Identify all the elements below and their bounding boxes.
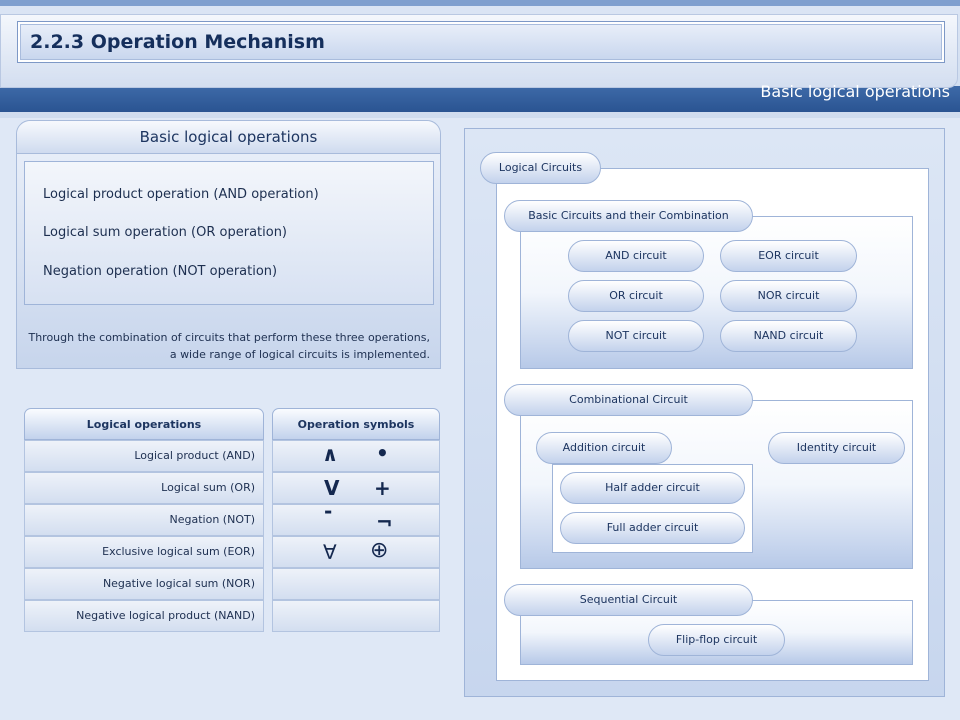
combination-note: Through the combination of circuits that… (20, 329, 430, 363)
operations-list: Logical product operation (AND operation… (24, 161, 434, 305)
or-circuit: OR circuit (568, 280, 704, 312)
table-row-label: Exclusive logical sum (EOR) (102, 545, 255, 558)
sequential-circuit-label: Sequential Circuit (504, 584, 753, 616)
addition-circuit: Addition circuit (536, 432, 672, 464)
half-adder-circuit: Half adder circuit (560, 472, 745, 504)
plus-symbol: + (374, 476, 391, 500)
column-header-operations: Logical operations (24, 408, 264, 440)
list-item-not: Negation operation (NOT operation) (43, 264, 278, 279)
basic-operations-heading: Basic logical operations (17, 121, 440, 154)
table-row-label-cell: Negation (NOT) (24, 504, 264, 536)
table-row-label-cell: Logical product (AND) (24, 440, 264, 472)
title-box: 2.2.3 Operation Mechanism (18, 22, 944, 62)
not-symbol: ¬ (376, 510, 393, 534)
overbar-symbol: - (324, 499, 333, 523)
and-circuit: AND circuit (568, 240, 704, 272)
nor-circuit: NOR circuit (720, 280, 857, 312)
not-circuit: NOT circuit (568, 320, 704, 352)
page-title: 2.2.3 Operation Mechanism (30, 31, 325, 53)
table-row-label: Negative logical product (NAND) (76, 609, 255, 622)
and-symbol: ∧ (322, 442, 339, 466)
table-row-label-cell: Negative logical product (NAND) (24, 600, 264, 632)
for-all-symbol: ∀ (323, 540, 337, 564)
basic-circuits-label: Basic Circuits and their Combination (504, 200, 753, 232)
xor-symbol: ⊕ (370, 538, 389, 563)
full-adder-circuit: Full adder circuit (560, 512, 745, 544)
list-item-and: Logical product operation (AND operation… (43, 187, 319, 202)
nand-circuit: NAND circuit (720, 320, 857, 352)
eor-circuit: EOR circuit (720, 240, 857, 272)
table-row-label-cell: Negative logical sum (NOR) (24, 568, 264, 600)
table-row-symbol-cell (272, 568, 440, 600)
table-row-symbol-cell (272, 600, 440, 632)
note-line-2: a wide range of logical circuits is impl… (169, 348, 430, 361)
table-row-label: Negation (NOT) (169, 513, 255, 526)
combinational-circuit-label: Combinational Circuit (504, 384, 753, 416)
or-symbol: V (324, 476, 340, 500)
dot-symbol: • (376, 441, 389, 465)
table-row-label: Logical product (AND) (134, 449, 255, 462)
table-row-symbol-cell: V + (272, 472, 440, 504)
table-row-label: Logical sum (OR) (161, 481, 255, 494)
flip-flop-circuit: Flip-flop circuit (648, 624, 785, 656)
logical-circuits-label: Logical Circuits (480, 152, 601, 184)
section-subtitle: Basic logical operations (760, 82, 950, 101)
table-row-symbol-cell: ∀ ⊕ (272, 536, 440, 568)
table-row-label-cell: Logical sum (OR) (24, 472, 264, 504)
table-row-symbol-cell: ∧ • (272, 440, 440, 472)
table-row-label-cell: Exclusive logical sum (EOR) (24, 536, 264, 568)
list-item-or: Logical sum operation (OR operation) (43, 225, 288, 240)
column-header-symbols: Operation symbols (272, 408, 440, 440)
identity-circuit: Identity circuit (768, 432, 905, 464)
table-row-label: Negative logical sum (NOR) (102, 577, 255, 590)
basic-operations-panel: Basic logical operations Logical product… (16, 120, 441, 369)
note-line-1: Through the combination of circuits that… (28, 331, 430, 344)
header-top-rule (0, 0, 960, 6)
table-row-symbol-cell: - ¬ (272, 499, 440, 536)
